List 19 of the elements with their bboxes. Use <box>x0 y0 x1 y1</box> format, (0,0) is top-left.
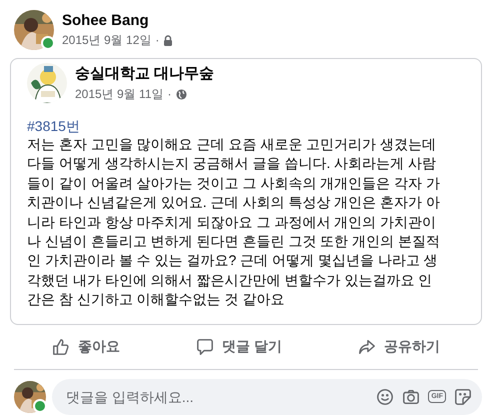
comment-button[interactable]: 댓글 달기 <box>188 334 290 360</box>
separator: · <box>155 33 160 47</box>
author-name[interactable]: Sohee Bang <box>62 12 174 28</box>
page-name[interactable]: 숭실대학교 대나무숲 <box>75 64 214 82</box>
post-date[interactable]: 2015년 9월 12일 <box>62 32 152 48</box>
smiley-icon[interactable] <box>376 388 394 406</box>
like-button[interactable]: 좋아요 <box>44 334 128 360</box>
thumbs-up-icon <box>52 338 70 356</box>
share-button[interactable]: 공유하기 <box>350 334 448 360</box>
sticker-icon[interactable] <box>454 388 472 406</box>
hashtag-link[interactable]: #3815번 <box>27 117 80 135</box>
speech-bubble-icon <box>196 338 214 356</box>
camera-icon[interactable] <box>402 388 420 406</box>
lock-icon <box>163 34 174 46</box>
globe-icon <box>176 88 186 100</box>
separator: · <box>168 87 172 101</box>
post-text: 저는 혼자 고민을 많이해요 근데 요즘 새로운 고민거리가 생겼는데 다들 어떻게 생각하시는지 궁금해서 글을 씁니다. 사회라는게 사람 들이 같이 어울려 살아가는 것이고 그 사회속의 개개인들은 각자 가 치관이나 신념같은게 있어요. 근데 사회의 특성상 개인은 혼자가 아 니라 타인과 항상 마주치게 되잖아요 그 과정에서 개인의 가치관이 나 신념이 흔들리고 변하게 된다면 흔들린 그것 또한 개인의 본질적 인 가치관이라 볼 수 있는 걸까요? 근데 어떻게 몇십년을 나라고 생 각했던 내가 타인에 의해서 짧은시간만에 변할수가 있는걸까요 인 간은 참 신기하고 이해할수없는 것 같아요 <box>27 135 442 310</box>
share-arrow-icon <box>358 338 376 356</box>
post-date[interactable]: 2015년 9월 11일 <box>75 86 164 102</box>
